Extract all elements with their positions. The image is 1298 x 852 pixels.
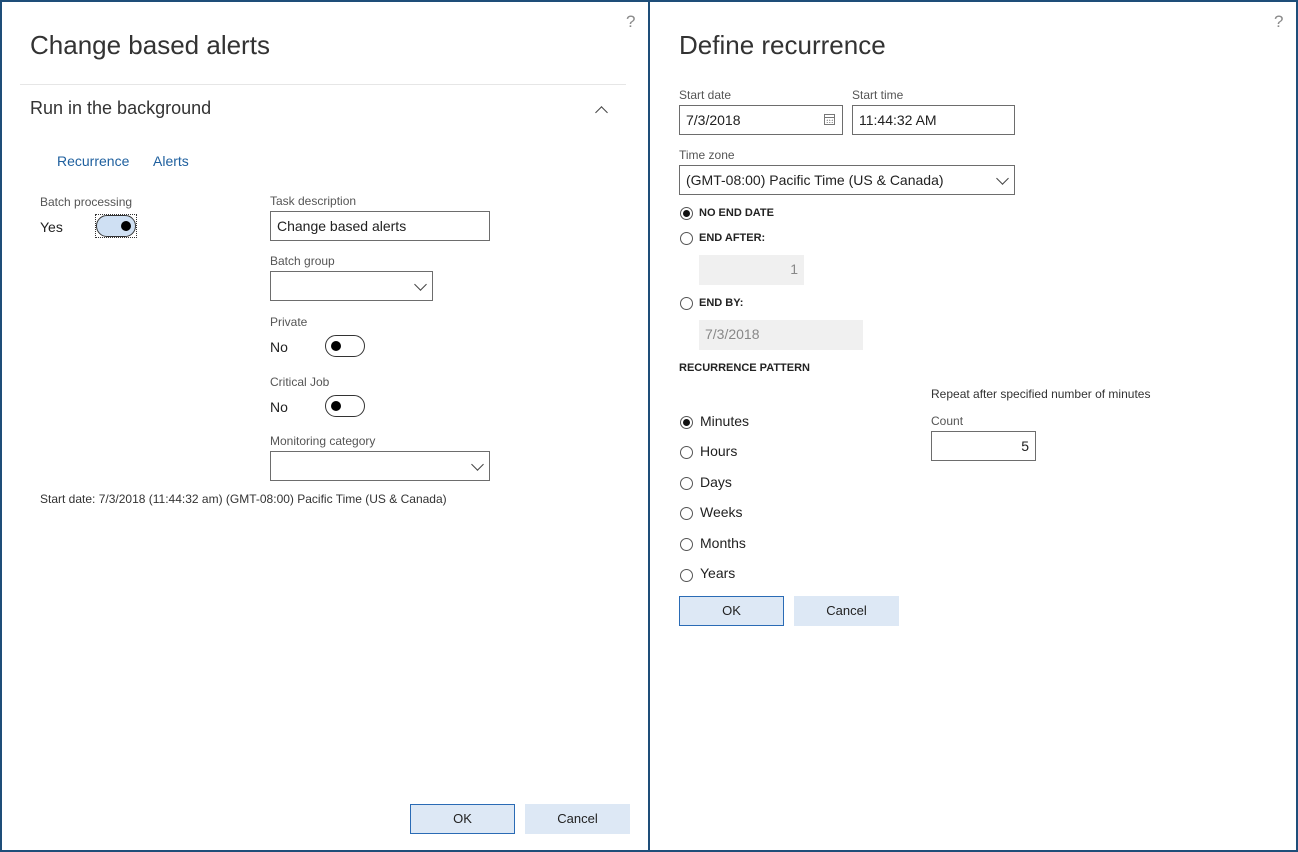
chevron-down-icon[interactable] <box>471 458 484 472</box>
start-date-label: Start date <box>679 88 732 102</box>
no-end-date-radio[interactable] <box>680 207 693 220</box>
batch-processing-value: Yes <box>40 219 63 235</box>
critical-job-label: Critical Job <box>270 375 330 389</box>
years-label[interactable]: Years <box>700 565 735 581</box>
ok-button[interactable]: OK <box>679 596 784 626</box>
section-header[interactable]: Run in the background <box>30 98 211 119</box>
weeks-radio[interactable] <box>680 507 693 520</box>
months-label[interactable]: Months <box>700 535 746 551</box>
chevron-down-icon[interactable] <box>414 278 427 292</box>
dialog-title: Define recurrence <box>679 30 886 60</box>
minutes-radio[interactable] <box>680 416 693 429</box>
private-value: No <box>270 339 288 355</box>
help-icon[interactable]: ? <box>1274 12 1283 32</box>
chevron-up-icon[interactable] <box>594 103 608 119</box>
private-toggle[interactable] <box>325 335 365 357</box>
count-input[interactable]: 5 <box>931 431 1036 461</box>
days-label[interactable]: Days <box>700 474 732 490</box>
end-by-radio[interactable] <box>680 297 693 310</box>
dialog-title: Change based alerts <box>30 30 270 60</box>
batch-group-label: Batch group <box>270 254 335 268</box>
time-zone-label: Time zone <box>679 148 735 162</box>
hours-radio[interactable] <box>680 446 693 459</box>
cancel-button[interactable]: Cancel <box>794 596 899 626</box>
help-icon[interactable]: ? <box>626 12 635 32</box>
critical-job-toggle[interactable] <box>325 395 365 417</box>
batch-processing-toggle[interactable] <box>96 215 136 237</box>
count-label: Count <box>931 414 964 428</box>
tab-recurrence[interactable]: Recurrence <box>57 153 129 169</box>
task-description-input[interactable]: Change based alerts <box>270 211 490 241</box>
start-date-input[interactable]: 7/3/2018 <box>679 105 843 135</box>
change-based-alerts-dialog: ? Change based alerts Run in the backgro… <box>0 0 650 852</box>
minutes-label[interactable]: Minutes <box>700 413 749 429</box>
monitoring-category-label: Monitoring category <box>270 434 376 448</box>
hours-label[interactable]: Hours <box>700 443 737 459</box>
cancel-button[interactable]: Cancel <box>525 804 630 834</box>
toggle-knob <box>331 341 341 351</box>
end-after-radio[interactable] <box>680 232 693 245</box>
no-end-date-label[interactable]: NO END DATE <box>699 207 774 219</box>
monitoring-category-select[interactable] <box>270 451 490 481</box>
batch-group-select[interactable] <box>270 271 433 301</box>
ok-button[interactable]: OK <box>410 804 515 834</box>
title-divider <box>20 84 626 85</box>
chevron-down-icon[interactable] <box>996 172 1009 186</box>
tab-alerts[interactable]: Alerts <box>153 153 189 169</box>
start-date-summary: Start date: 7/3/2018 (11:44:32 am) (GMT-… <box>40 492 447 506</box>
time-zone-select[interactable]: (GMT-08:00) Pacific Time (US & Canada) <box>679 165 1015 195</box>
calendar-icon[interactable] <box>824 114 835 125</box>
years-radio[interactable] <box>680 569 693 582</box>
batch-processing-label: Batch processing <box>40 195 133 209</box>
critical-job-value: No <box>270 399 288 415</box>
private-label: Private <box>270 315 308 329</box>
end-after-count-input[interactable]: 1 <box>699 255 804 285</box>
toggle-knob <box>331 401 341 411</box>
end-by-date-input[interactable]: 7/3/2018 <box>699 320 863 350</box>
end-after-label[interactable]: END AFTER: <box>699 232 765 244</box>
months-radio[interactable] <box>680 538 693 551</box>
weeks-label[interactable]: Weeks <box>700 504 743 520</box>
repeat-description: Repeat after specified number of minutes <box>931 387 1151 401</box>
define-recurrence-dialog: ? Define recurrence Start date 7/3/2018 … <box>648 0 1298 852</box>
start-time-input[interactable]: 11:44:32 AM <box>852 105 1015 135</box>
end-by-label[interactable]: END BY: <box>699 297 743 309</box>
recurrence-pattern-heading: RECURRENCE PATTERN <box>679 362 810 374</box>
days-radio[interactable] <box>680 477 693 490</box>
toggle-knob <box>121 221 131 231</box>
start-time-label: Start time <box>852 88 904 102</box>
task-description-label: Task description <box>270 194 357 208</box>
